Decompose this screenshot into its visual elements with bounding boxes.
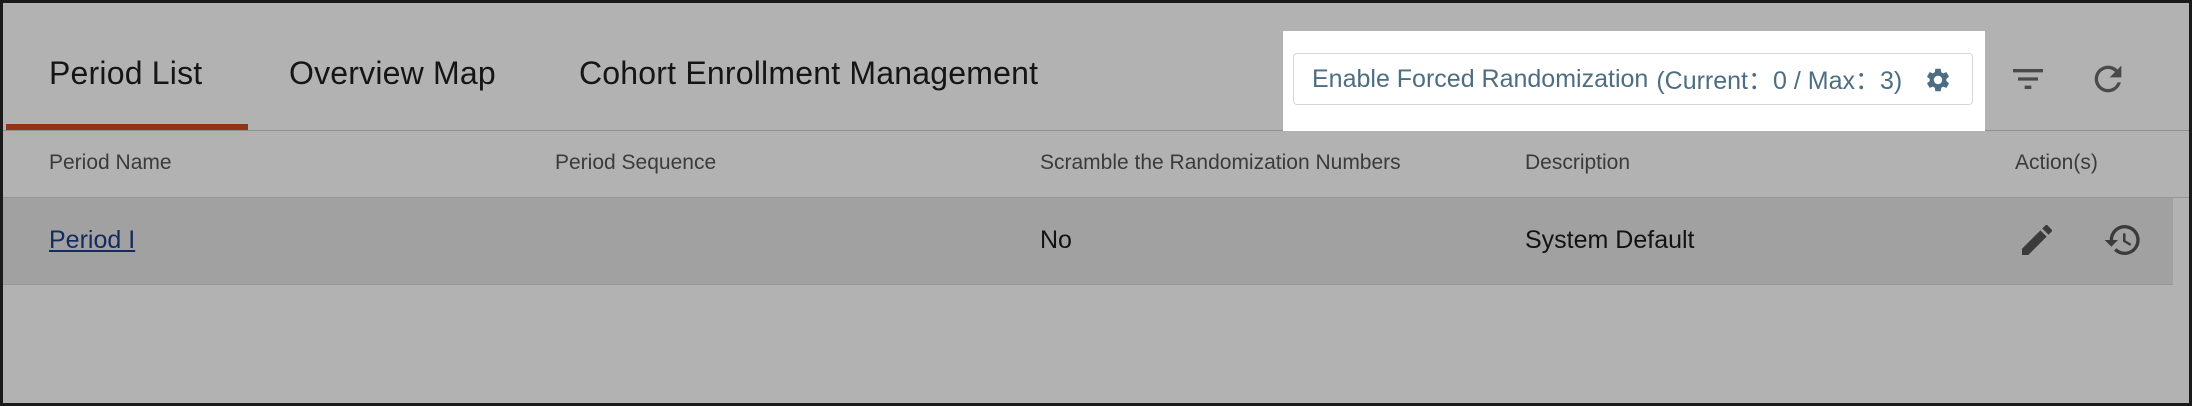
scramble-cell: No [1040,226,1072,254]
tab-period-list[interactable]: Period List [49,55,202,92]
forced-randomization-status: (Current：0 / Max：3) [1656,67,1903,95]
history-icon[interactable] [2103,220,2143,260]
filter-icon[interactable] [2008,59,2048,99]
enable-forced-randomization-button[interactable]: Enable Forced Randomization (Current：0 /… [1293,53,1973,105]
column-header-period-sequence: Period Sequence [555,151,717,174]
table-row: Period I No System Default [3,198,2173,284]
period-name-link[interactable]: Period I [49,226,135,255]
edit-icon[interactable] [2017,220,2057,260]
gear-icon[interactable] [1924,66,1952,94]
forced-randomization-highlight: Enable Forced Randomization (Current：0 /… [1283,31,1985,131]
refresh-icon[interactable] [2088,59,2128,99]
table-row-divider [3,284,2173,285]
tab-overview-map[interactable]: Overview Map [289,55,496,92]
column-header-scramble: Scramble the Randomization Numbers [1040,151,1401,174]
forced-randomization-label: Enable Forced Randomization [1312,64,1649,93]
tab-cohort-enrollment-management[interactable]: Cohort Enrollment Management [579,55,1038,92]
description-cell: System Default [1525,226,1695,254]
column-header-actions: Action(s) [2015,151,2098,174]
table-header: Period Name Period Sequence Scramble the… [3,131,2189,197]
column-header-description: Description [1525,151,1631,174]
app-frame: Period List Overview Map Cohort Enrollme… [0,0,2192,406]
column-header-period-name: Period Name [49,151,172,174]
